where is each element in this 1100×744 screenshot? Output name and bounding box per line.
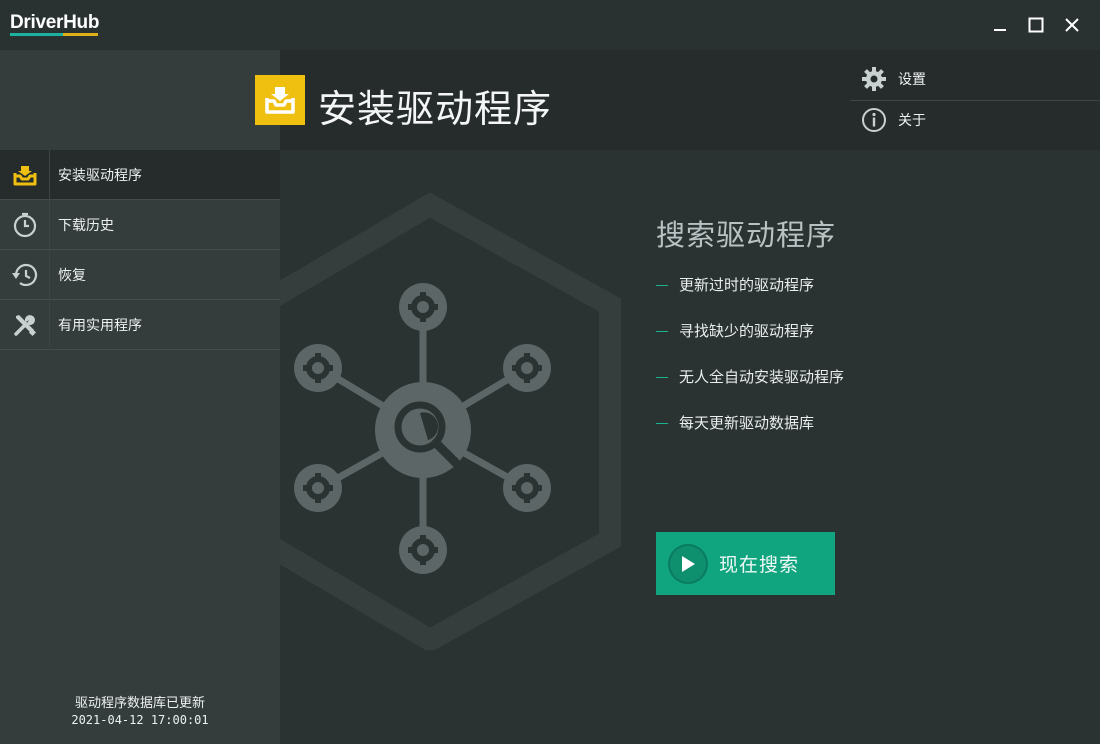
feature-text: 无人全自动安装驱动程序 xyxy=(679,368,845,386)
settings-label: 设置 xyxy=(898,72,926,88)
feature-bullet xyxy=(656,377,668,378)
feature-item: 无人全自动安装驱动程序 xyxy=(656,366,844,412)
gear-icon xyxy=(854,66,894,92)
page-header: 安装驱动程序 设置 关于 xyxy=(255,50,1100,150)
db-status-timestamp: 2021-04-12 17:00:01 xyxy=(71,713,209,727)
play-icon xyxy=(668,543,708,584)
feature-item: 寻找缺少的驱动程序 xyxy=(656,320,844,366)
sidebar-item-install-drivers[interactable]: 安装驱动程序 xyxy=(0,149,280,200)
main-content: 搜索驱动程序 更新过时的驱动程序 寻找缺少的驱动程序 无人全自动安装驱动程序 每… xyxy=(280,150,1100,744)
minimize-button[interactable] xyxy=(984,10,1016,40)
search-heading: 搜索驱动程序 xyxy=(656,218,837,252)
title-bar: DriverHub xyxy=(0,0,1100,50)
app-logo: DriverHub xyxy=(10,12,100,33)
feature-text: 每天更新驱动数据库 xyxy=(679,414,815,432)
db-status: 驱动程序数据库已更新 2021-04-12 17:00:01 xyxy=(0,696,280,728)
page-title: 安装驱动程序 xyxy=(318,87,553,131)
sidebar-nav: 安装驱动程序 下载历史 恢复 有用实用程序 xyxy=(0,149,280,350)
info-icon xyxy=(854,107,894,133)
clock-icon xyxy=(0,199,50,250)
sidebar-item-label: 恢复 xyxy=(58,267,86,284)
install-tray-icon xyxy=(0,149,50,200)
sidebar-item-download-history[interactable]: 下载历史 xyxy=(0,199,280,250)
close-icon xyxy=(1065,18,1079,32)
tools-icon xyxy=(0,299,50,350)
history-icon xyxy=(0,249,50,300)
minimize-icon xyxy=(994,29,1006,31)
about-label: 关于 xyxy=(898,113,926,129)
about-button[interactable]: 关于 xyxy=(850,100,1100,140)
sidebar-item-label: 安装驱动程序 xyxy=(58,167,142,184)
scan-now-button[interactable]: 现在搜索 xyxy=(656,532,835,595)
feature-item: 更新过时的驱动程序 xyxy=(656,274,844,320)
close-button[interactable] xyxy=(1056,10,1088,40)
sidebar: 安装驱动程序 下载历史 恢复 有用实用程序 驱动程序数据库已更新 2021-04… xyxy=(0,50,280,744)
feature-bullet xyxy=(656,331,668,332)
sidebar-item-label: 有用实用程序 xyxy=(58,317,142,334)
maximize-button[interactable] xyxy=(1020,10,1052,40)
maximize-icon xyxy=(1028,17,1044,33)
sidebar-item-utilities[interactable]: 有用实用程序 xyxy=(0,299,280,350)
db-status-text: 驱动程序数据库已更新 xyxy=(74,696,205,711)
feature-bullet xyxy=(656,285,668,286)
driver-network-illustration xyxy=(280,192,621,650)
sidebar-item-label: 下载历史 xyxy=(58,217,114,234)
logo-underline xyxy=(10,33,98,36)
feature-list: 更新过时的驱动程序 寻找缺少的驱动程序 无人全自动安装驱动程序 每天更新驱动数据… xyxy=(656,274,844,458)
feature-bullet xyxy=(656,423,668,424)
feature-text: 更新过时的驱动程序 xyxy=(679,276,815,294)
feature-item: 每天更新驱动数据库 xyxy=(656,412,844,458)
sidebar-item-restore[interactable]: 恢复 xyxy=(0,249,280,300)
search-magnifier-icon xyxy=(375,382,471,478)
feature-text: 寻找缺少的驱动程序 xyxy=(679,322,815,340)
settings-button[interactable]: 设置 xyxy=(850,59,1100,99)
install-tray-icon xyxy=(255,75,305,125)
scan-now-label: 现在搜索 xyxy=(719,554,800,576)
